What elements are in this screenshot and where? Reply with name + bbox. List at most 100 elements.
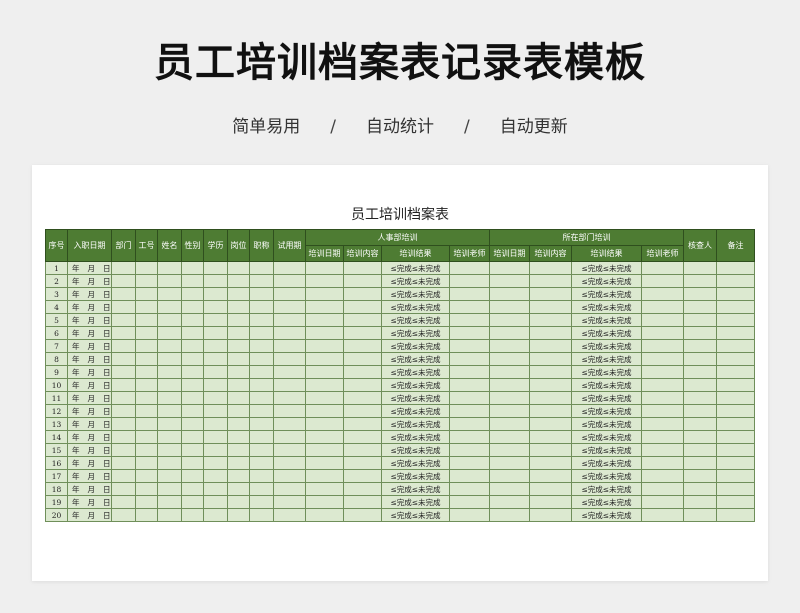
title-cell[interactable] bbox=[249, 456, 274, 470]
dept-train-content-cell[interactable] bbox=[529, 417, 572, 431]
position-cell[interactable] bbox=[227, 352, 250, 366]
hr-train-result-cell[interactable]: ≤完成≤未完成 bbox=[381, 469, 450, 483]
dept-train-content-cell[interactable] bbox=[529, 404, 572, 418]
gender-cell[interactable] bbox=[181, 352, 204, 366]
dept-train-result-cell[interactable]: ≤完成≤未完成 bbox=[571, 469, 642, 483]
dept-train-date-cell[interactable] bbox=[489, 482, 530, 496]
hr-train-result-cell[interactable]: ≤完成≤未完成 bbox=[381, 339, 450, 353]
dept-trainer-cell[interactable] bbox=[641, 300, 684, 314]
dept-train-content-cell[interactable] bbox=[529, 378, 572, 392]
entry-date-cell[interactable]: 年月日 bbox=[67, 339, 112, 353]
gender-cell[interactable] bbox=[181, 300, 204, 314]
seq-cell[interactable]: 15 bbox=[45, 443, 68, 457]
dept-cell[interactable] bbox=[111, 430, 136, 444]
hr-train-result-cell[interactable]: ≤完成≤未完成 bbox=[381, 313, 450, 327]
hr-train-date-cell[interactable] bbox=[305, 261, 344, 275]
gender-cell[interactable] bbox=[181, 339, 204, 353]
dept-train-result-cell[interactable]: ≤完成≤未完成 bbox=[571, 404, 642, 418]
reviewer-cell[interactable] bbox=[683, 365, 717, 379]
probation-cell[interactable] bbox=[273, 378, 306, 392]
dept-train-date-cell[interactable] bbox=[489, 443, 530, 457]
entry-date-cell[interactable]: 年月日 bbox=[67, 365, 112, 379]
entry-date-cell[interactable]: 年月日 bbox=[67, 274, 112, 288]
dept-cell[interactable] bbox=[111, 339, 136, 353]
dept-train-date-cell[interactable] bbox=[489, 339, 530, 353]
education-cell[interactable] bbox=[203, 326, 228, 340]
hr-train-date-cell[interactable] bbox=[305, 391, 344, 405]
position-cell[interactable] bbox=[227, 417, 250, 431]
reviewer-cell[interactable] bbox=[683, 300, 717, 314]
hr-train-content-cell[interactable] bbox=[343, 339, 382, 353]
hr-train-result-cell[interactable]: ≤完成≤未完成 bbox=[381, 443, 450, 457]
hr-trainer-cell[interactable] bbox=[449, 378, 490, 392]
dept-trainer-cell[interactable] bbox=[641, 274, 684, 288]
dept-cell[interactable] bbox=[111, 404, 136, 418]
entry-date-cell[interactable]: 年月日 bbox=[67, 391, 112, 405]
position-cell[interactable] bbox=[227, 339, 250, 353]
emp-no-cell[interactable] bbox=[135, 391, 158, 405]
probation-cell[interactable] bbox=[273, 443, 306, 457]
hr-trainer-cell[interactable] bbox=[449, 352, 490, 366]
title-cell[interactable] bbox=[249, 495, 274, 509]
name-cell[interactable] bbox=[157, 391, 182, 405]
remarks-cell[interactable] bbox=[716, 326, 755, 340]
title-cell[interactable] bbox=[249, 443, 274, 457]
dept-train-content-cell[interactable] bbox=[529, 365, 572, 379]
dept-trainer-cell[interactable] bbox=[641, 430, 684, 444]
name-cell[interactable] bbox=[157, 378, 182, 392]
seq-cell[interactable]: 1 bbox=[45, 261, 68, 275]
position-cell[interactable] bbox=[227, 469, 250, 483]
probation-cell[interactable] bbox=[273, 404, 306, 418]
dept-cell[interactable] bbox=[111, 352, 136, 366]
entry-date-cell[interactable]: 年月日 bbox=[67, 417, 112, 431]
position-cell[interactable] bbox=[227, 287, 250, 301]
dept-trainer-cell[interactable] bbox=[641, 261, 684, 275]
name-cell[interactable] bbox=[157, 300, 182, 314]
hr-train-date-cell[interactable] bbox=[305, 339, 344, 353]
hr-train-date-cell[interactable] bbox=[305, 482, 344, 496]
dept-cell[interactable] bbox=[111, 326, 136, 340]
dept-cell[interactable] bbox=[111, 456, 136, 470]
dept-cell[interactable] bbox=[111, 508, 136, 522]
title-cell[interactable] bbox=[249, 352, 274, 366]
hr-train-date-cell[interactable] bbox=[305, 313, 344, 327]
dept-trainer-cell[interactable] bbox=[641, 404, 684, 418]
dept-trainer-cell[interactable] bbox=[641, 495, 684, 509]
gender-cell[interactable] bbox=[181, 274, 204, 288]
seq-cell[interactable]: 5 bbox=[45, 313, 68, 327]
hr-train-date-cell[interactable] bbox=[305, 456, 344, 470]
hr-trainer-cell[interactable] bbox=[449, 482, 490, 496]
dept-train-date-cell[interactable] bbox=[489, 404, 530, 418]
emp-no-cell[interactable] bbox=[135, 404, 158, 418]
hr-trainer-cell[interactable] bbox=[449, 391, 490, 405]
dept-train-date-cell[interactable] bbox=[489, 417, 530, 431]
name-cell[interactable] bbox=[157, 352, 182, 366]
education-cell[interactable] bbox=[203, 313, 228, 327]
emp-no-cell[interactable] bbox=[135, 430, 158, 444]
hr-trainer-cell[interactable] bbox=[449, 404, 490, 418]
title-cell[interactable] bbox=[249, 326, 274, 340]
dept-train-date-cell[interactable] bbox=[489, 287, 530, 301]
gender-cell[interactable] bbox=[181, 261, 204, 275]
dept-cell[interactable] bbox=[111, 300, 136, 314]
reviewer-cell[interactable] bbox=[683, 456, 717, 470]
entry-date-cell[interactable]: 年月日 bbox=[67, 352, 112, 366]
reviewer-cell[interactable] bbox=[683, 495, 717, 509]
dept-train-result-cell[interactable]: ≤完成≤未完成 bbox=[571, 300, 642, 314]
emp-no-cell[interactable] bbox=[135, 469, 158, 483]
dept-train-date-cell[interactable] bbox=[489, 274, 530, 288]
dept-train-content-cell[interactable] bbox=[529, 443, 572, 457]
name-cell[interactable] bbox=[157, 443, 182, 457]
dept-train-date-cell[interactable] bbox=[489, 313, 530, 327]
dept-trainer-cell[interactable] bbox=[641, 443, 684, 457]
name-cell[interactable] bbox=[157, 313, 182, 327]
gender-cell[interactable] bbox=[181, 430, 204, 444]
hr-trainer-cell[interactable] bbox=[449, 274, 490, 288]
hr-train-result-cell[interactable]: ≤完成≤未完成 bbox=[381, 365, 450, 379]
probation-cell[interactable] bbox=[273, 287, 306, 301]
dept-train-date-cell[interactable] bbox=[489, 378, 530, 392]
name-cell[interactable] bbox=[157, 430, 182, 444]
title-cell[interactable] bbox=[249, 300, 274, 314]
name-cell[interactable] bbox=[157, 508, 182, 522]
emp-no-cell[interactable] bbox=[135, 456, 158, 470]
